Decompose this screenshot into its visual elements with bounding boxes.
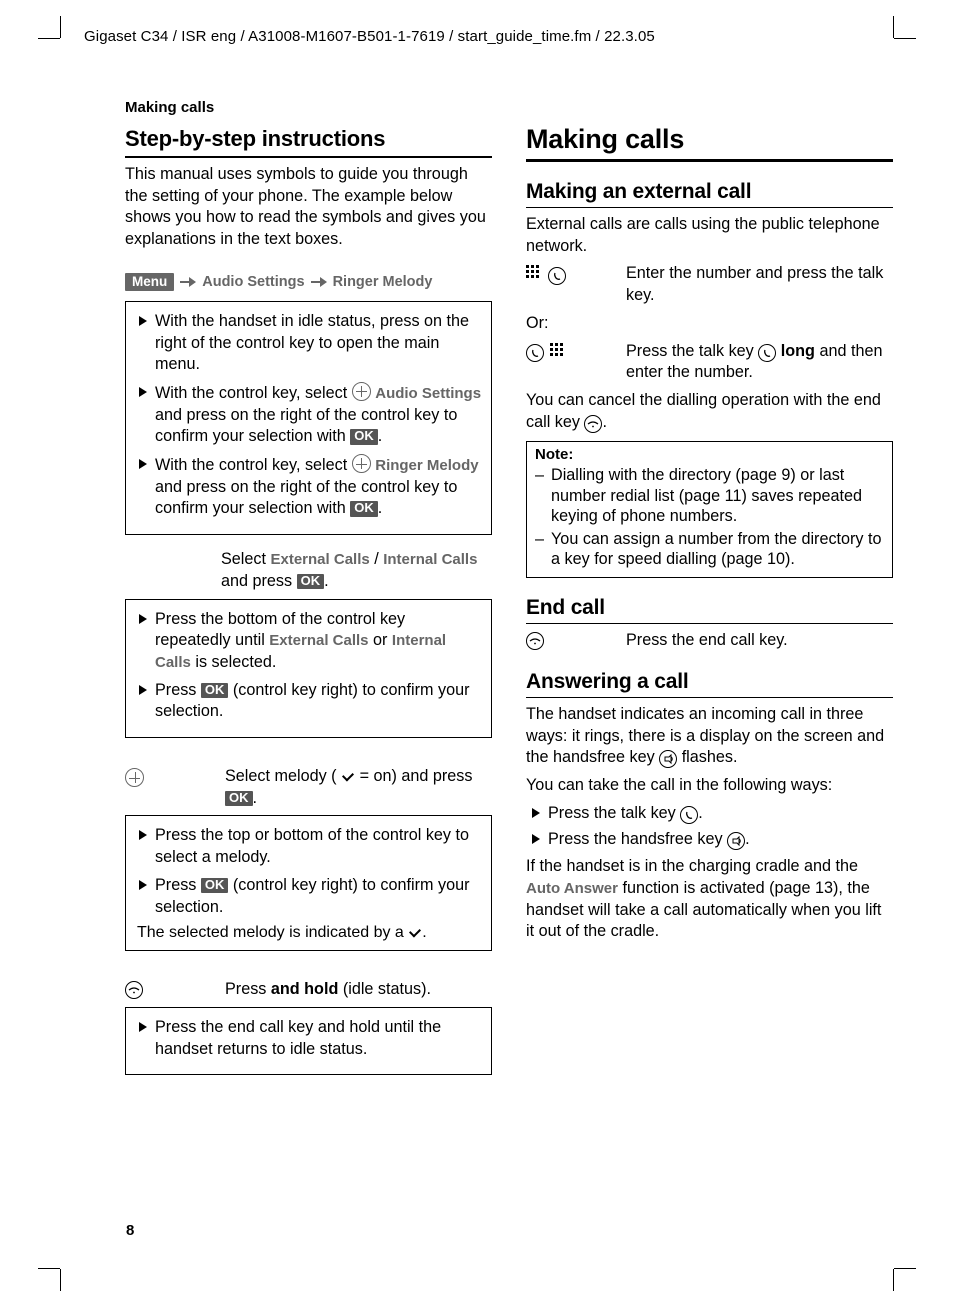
instruction-item: Press the top or bottom of the control k… xyxy=(135,825,482,868)
note-title: Note: xyxy=(535,446,884,463)
intro-paragraph: This manual uses symbols to guide you th… xyxy=(125,164,492,251)
menu-label-box: Menu xyxy=(125,273,174,291)
crop-mark xyxy=(894,1268,916,1269)
paragraph: If the handset is in the charging cradle… xyxy=(526,856,893,943)
end-call-key-icon xyxy=(584,415,602,433)
arrow-right-icon xyxy=(180,277,196,287)
instruction-item: With the control key, select Audio Setti… xyxy=(135,382,482,448)
instruction-box: Press the bottom of the control key repe… xyxy=(125,599,492,739)
heading-end-call: End call xyxy=(526,596,893,624)
talk-key-icon xyxy=(548,267,566,285)
heading-external-call: Making an external call xyxy=(526,180,893,208)
checkmark-icon xyxy=(408,926,422,938)
paragraph: You can take the call in the following w… xyxy=(526,775,893,797)
checkmark-icon xyxy=(341,770,355,782)
step-row: Press the end call key. xyxy=(526,630,893,652)
navigation-key-icon xyxy=(352,454,371,473)
instruction-item: Press the bottom of the control key repe… xyxy=(135,609,482,674)
ok-label-box: OK xyxy=(201,878,229,893)
page-number: 8 xyxy=(126,1222,134,1239)
list-item: Press the talk key . xyxy=(526,803,893,825)
crop-mark xyxy=(60,1269,61,1291)
menu-path-item: Ringer Melody xyxy=(333,274,433,290)
ok-label-box: OK xyxy=(350,501,378,516)
crop-mark xyxy=(38,38,60,39)
running-head: Making calls xyxy=(125,99,894,116)
navigation-key-icon xyxy=(125,768,144,787)
ok-label-box: OK xyxy=(201,683,229,698)
crop-mark xyxy=(893,1269,894,1291)
keypad-icon xyxy=(550,343,566,364)
end-call-key-icon xyxy=(526,632,544,650)
instruction-item: With the control key, select Ringer Melo… xyxy=(135,454,482,520)
instruction-item: Press OK (control key right) to confirm … xyxy=(135,875,482,918)
note-item: You can assign a number from the directo… xyxy=(535,529,884,570)
instruction-item: With the handset in idle status, press o… xyxy=(135,311,482,376)
instruction-box: With the handset in idle status, press o… xyxy=(125,301,492,535)
talk-key-icon xyxy=(758,344,776,362)
document-header-path: Gigaset C34 / ISR eng / A31008-M1607-B50… xyxy=(84,28,894,45)
heading-making-calls: Making calls xyxy=(526,124,893,162)
ok-label-box: OK xyxy=(225,791,253,806)
menu-path-item: Audio Settings xyxy=(202,274,304,290)
menu-navigation-path: Menu Audio Settings Ringer Melody xyxy=(125,273,492,291)
instruction-item: Press OK (control key right) to confirm … xyxy=(135,680,482,723)
instruction-box: Press the top or bottom of the control k… xyxy=(125,815,492,951)
paragraph: You can cancel the dialling operation wi… xyxy=(526,390,893,433)
arrow-right-icon xyxy=(311,277,327,287)
instruction-box: Press the end call key and hold until th… xyxy=(125,1007,492,1075)
crop-mark xyxy=(894,38,916,39)
right-column: Making calls Making an external call Ext… xyxy=(526,124,893,1089)
step-row: Enter the number and press the talk key. xyxy=(526,263,893,306)
crop-mark xyxy=(60,16,61,38)
end-call-key-icon xyxy=(125,981,143,999)
inline-instruction: Select melody ( = on) and press OK. xyxy=(125,766,492,809)
ok-label-box: OK xyxy=(297,574,325,589)
instruction-item: Press the end call key and hold until th… xyxy=(135,1017,482,1060)
list-item: Press the handsfree key . xyxy=(526,829,893,851)
heading-answering: Answering a call xyxy=(526,670,893,698)
talk-key-icon xyxy=(526,344,544,362)
crop-mark xyxy=(893,16,894,38)
left-column: Step-by-step instructions This manual us… xyxy=(125,124,492,1089)
two-column-layout: Step-by-step instructions This manual us… xyxy=(125,124,893,1089)
crop-mark xyxy=(38,1268,60,1269)
manual-page: Gigaset C34 / ISR eng / A31008-M1607-B50… xyxy=(0,0,954,1307)
bullet-list: Press the talk key . Press the handsfree… xyxy=(526,803,893,850)
footnote-text: The selected melody is indicated by a . xyxy=(135,924,482,942)
inline-instruction: Select External Calls / Internal Calls a… xyxy=(221,549,492,592)
paragraph: External calls are calls using the publi… xyxy=(526,214,893,257)
note-item: Dialling with the directory (page 9) or … xyxy=(535,465,884,526)
keypad-icon xyxy=(526,265,542,286)
heading-step-by-step: Step-by-step instructions xyxy=(125,126,492,158)
handsfree-key-icon xyxy=(727,832,745,850)
or-label: Or: xyxy=(526,313,893,335)
step-row: Press the talk key long and then enter t… xyxy=(526,341,893,384)
ok-label-box: OK xyxy=(350,429,378,444)
navigation-key-icon xyxy=(352,382,371,401)
talk-key-icon xyxy=(680,806,698,824)
inline-instruction: Press and hold (idle status). xyxy=(125,979,492,1001)
paragraph: The handset indicates an incoming call i… xyxy=(526,704,893,769)
handsfree-key-icon xyxy=(659,750,677,768)
note-box: Note: Dialling with the directory (page … xyxy=(526,441,893,578)
